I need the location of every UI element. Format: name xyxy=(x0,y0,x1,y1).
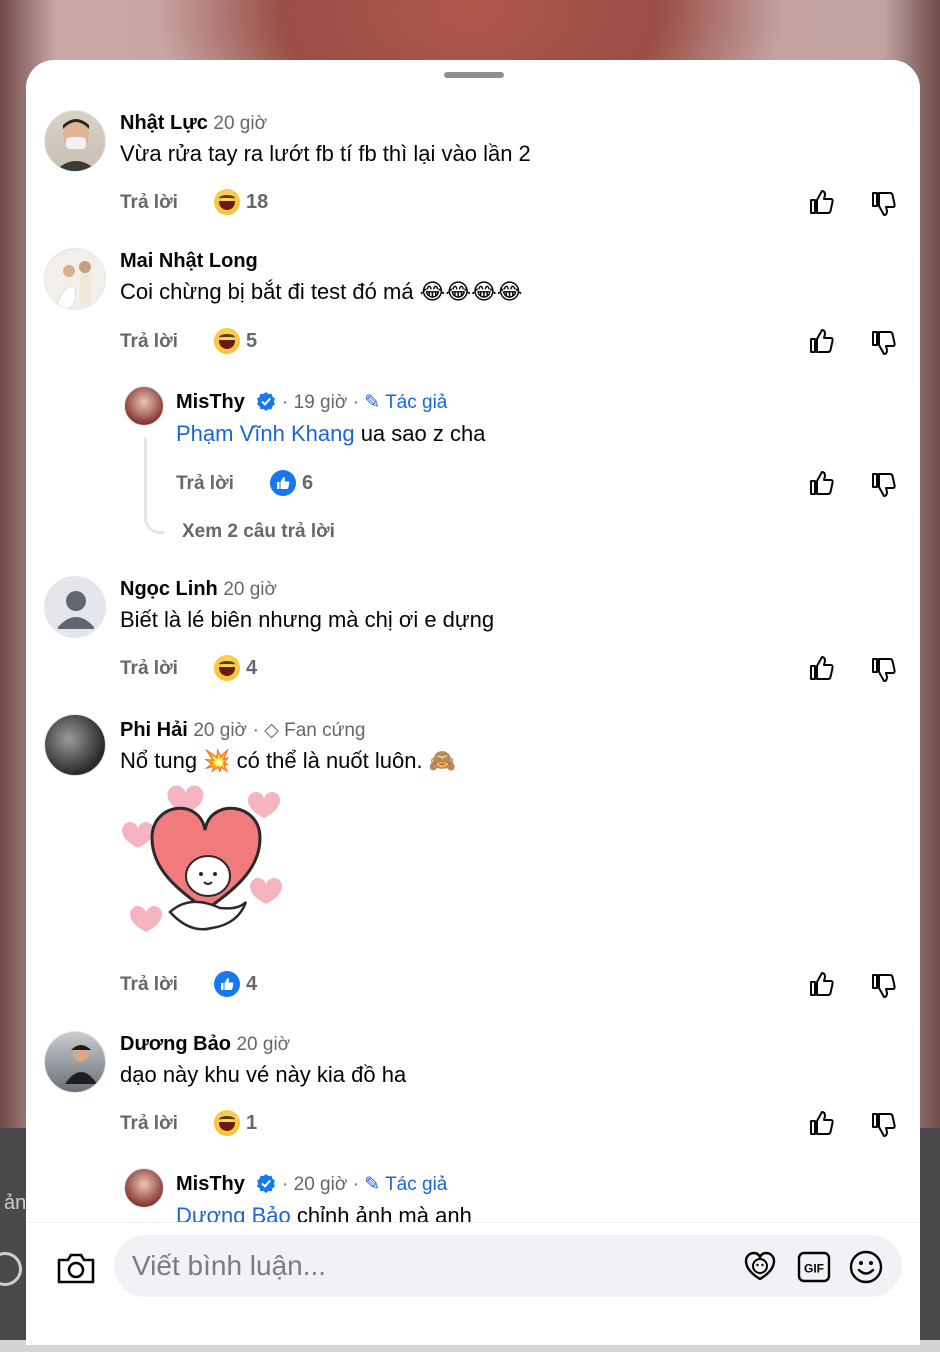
author-label: ✎ Tác giả xyxy=(364,1174,448,1195)
haha-icon xyxy=(214,655,240,681)
avatar[interactable] xyxy=(44,714,106,776)
verified-badge-icon xyxy=(257,392,276,411)
reaction-count: 1 xyxy=(246,1111,258,1134)
reply-button[interactable]: Trả lời xyxy=(120,192,178,214)
diamond-icon: ◇ xyxy=(264,720,279,741)
avatar[interactable] xyxy=(44,248,106,310)
avatar[interactable] xyxy=(44,110,106,172)
comment-text: Biết là lé biên nhưng mà chị ơi e dựng xyxy=(120,607,495,632)
thread-connector xyxy=(144,438,164,534)
reaction-count: 18 xyxy=(246,190,269,213)
avatar[interactable] xyxy=(44,1031,106,1093)
reply-button[interactable]: Trả lời xyxy=(120,974,178,996)
thumbs-down-icon[interactable] xyxy=(869,190,897,218)
thumbs-down-icon[interactable] xyxy=(869,471,897,499)
svg-text:GIF: GIF xyxy=(804,1262,824,1276)
thumbs-up-icon[interactable] xyxy=(807,654,835,682)
avatar[interactable] xyxy=(44,576,106,638)
mention-link[interactable]: Phạm Vĩnh Khang xyxy=(176,421,355,446)
reaction-summary[interactable]: 6 xyxy=(270,470,313,496)
author-label: ✎ Tác giả xyxy=(364,392,448,413)
background-edge-text: ản xyxy=(4,1192,27,1214)
thumbs-up-icon[interactable] xyxy=(807,469,835,497)
reaction-summary[interactable]: 18 xyxy=(214,189,268,215)
like-reaction-icon xyxy=(270,470,296,496)
comment-text: Phạm Vĩnh Khang ua sao z cha xyxy=(176,421,486,446)
reaction-count: 4 xyxy=(246,972,258,995)
heart-hug-sticker[interactable] xyxy=(120,782,290,942)
fan-badge: ◇ Fan cứng xyxy=(264,720,366,741)
emoji-icon[interactable] xyxy=(848,1249,884,1285)
reply-button[interactable]: Trả lời xyxy=(120,331,178,353)
reaction-summary[interactable]: 1 xyxy=(214,1110,257,1136)
haha-icon xyxy=(214,189,240,215)
avatar[interactable] xyxy=(124,1168,164,1208)
commenter-name[interactable]: Dương Bảo 20 giờ xyxy=(120,1033,290,1056)
comment-time: 20 giờ xyxy=(193,720,248,741)
thumbs-down-icon[interactable] xyxy=(869,972,897,1000)
reply-button[interactable]: Trả lời xyxy=(120,1113,178,1135)
reaction-count: 5 xyxy=(246,329,258,352)
view-more-replies-button[interactable]: Xem 2 câu trả lời xyxy=(182,521,335,543)
thumbs-up-icon[interactable] xyxy=(807,188,835,216)
comment-text: dạo này khu vé này kia đồ ha xyxy=(120,1062,407,1087)
reaction-summary[interactable]: 4 xyxy=(214,971,257,997)
reply-author-name[interactable]: MisThy · 19 giờ · ✎ Tác giả xyxy=(176,391,447,414)
comment-time: 19 giờ xyxy=(293,392,348,413)
commenter-name[interactable]: Phi Hải 20 giờ · ◇ Fan cứng xyxy=(120,719,365,742)
camera-icon[interactable] xyxy=(56,1251,96,1285)
reply-author-name[interactable]: MisThy · 20 giờ · ✎ Tác giả xyxy=(176,1173,447,1196)
haha-icon xyxy=(214,1110,240,1136)
like-reaction-icon xyxy=(214,971,240,997)
commenter-name[interactable]: Mai Nhật Long xyxy=(120,250,258,273)
comments-sheet: Nhật Lực 20 giờ Vừa rửa tay ra lướt fb t… xyxy=(26,60,920,1345)
comment-composer: GIF xyxy=(26,1222,920,1345)
comment-input-container[interactable]: GIF xyxy=(114,1235,902,1297)
avatar[interactable] xyxy=(124,386,164,426)
thumbs-down-icon[interactable] xyxy=(869,329,897,357)
reaction-summary[interactable]: 4 xyxy=(214,655,257,681)
avatar-sticker-icon[interactable] xyxy=(742,1249,778,1285)
comment-input[interactable] xyxy=(132,1235,712,1297)
reaction-summary[interactable]: 5 xyxy=(214,328,257,354)
comment-text: Nổ tung 💥 có thể là nuốt luôn. 🙈 xyxy=(120,748,457,773)
gif-icon[interactable]: GIF xyxy=(796,1249,832,1285)
thumbs-up-icon[interactable] xyxy=(807,1109,835,1137)
comment-time: 20 giờ xyxy=(236,1034,291,1055)
comment-time: 20 giờ xyxy=(293,1174,348,1195)
commenter-name[interactable]: Ngọc Linh 20 giờ xyxy=(120,578,277,601)
haha-icon xyxy=(214,328,240,354)
reply-button[interactable]: Trả lời xyxy=(176,473,234,495)
reply-button[interactable]: Trả lời xyxy=(120,658,178,680)
comment-text: Vừa rửa tay ra lướt fb tí fb thì lại vào… xyxy=(120,141,531,166)
thumbs-down-icon[interactable] xyxy=(869,656,897,684)
verified-badge-icon xyxy=(257,1174,276,1193)
thumbs-up-icon[interactable] xyxy=(807,970,835,998)
reaction-count: 4 xyxy=(246,656,258,679)
comment-time: 20 giờ xyxy=(213,113,268,134)
thumbs-up-icon[interactable] xyxy=(807,327,835,355)
comment-time: 20 giờ xyxy=(223,579,277,600)
thumbs-down-icon[interactable] xyxy=(869,1111,897,1139)
reaction-count: 6 xyxy=(302,471,314,494)
sheet-grabber[interactable] xyxy=(444,72,504,78)
comment-text: Coi chừng bị bắt đi test đó má 😂😂😂😂 xyxy=(120,279,523,304)
commenter-name[interactable]: Nhật Lực 20 giờ xyxy=(120,112,267,135)
